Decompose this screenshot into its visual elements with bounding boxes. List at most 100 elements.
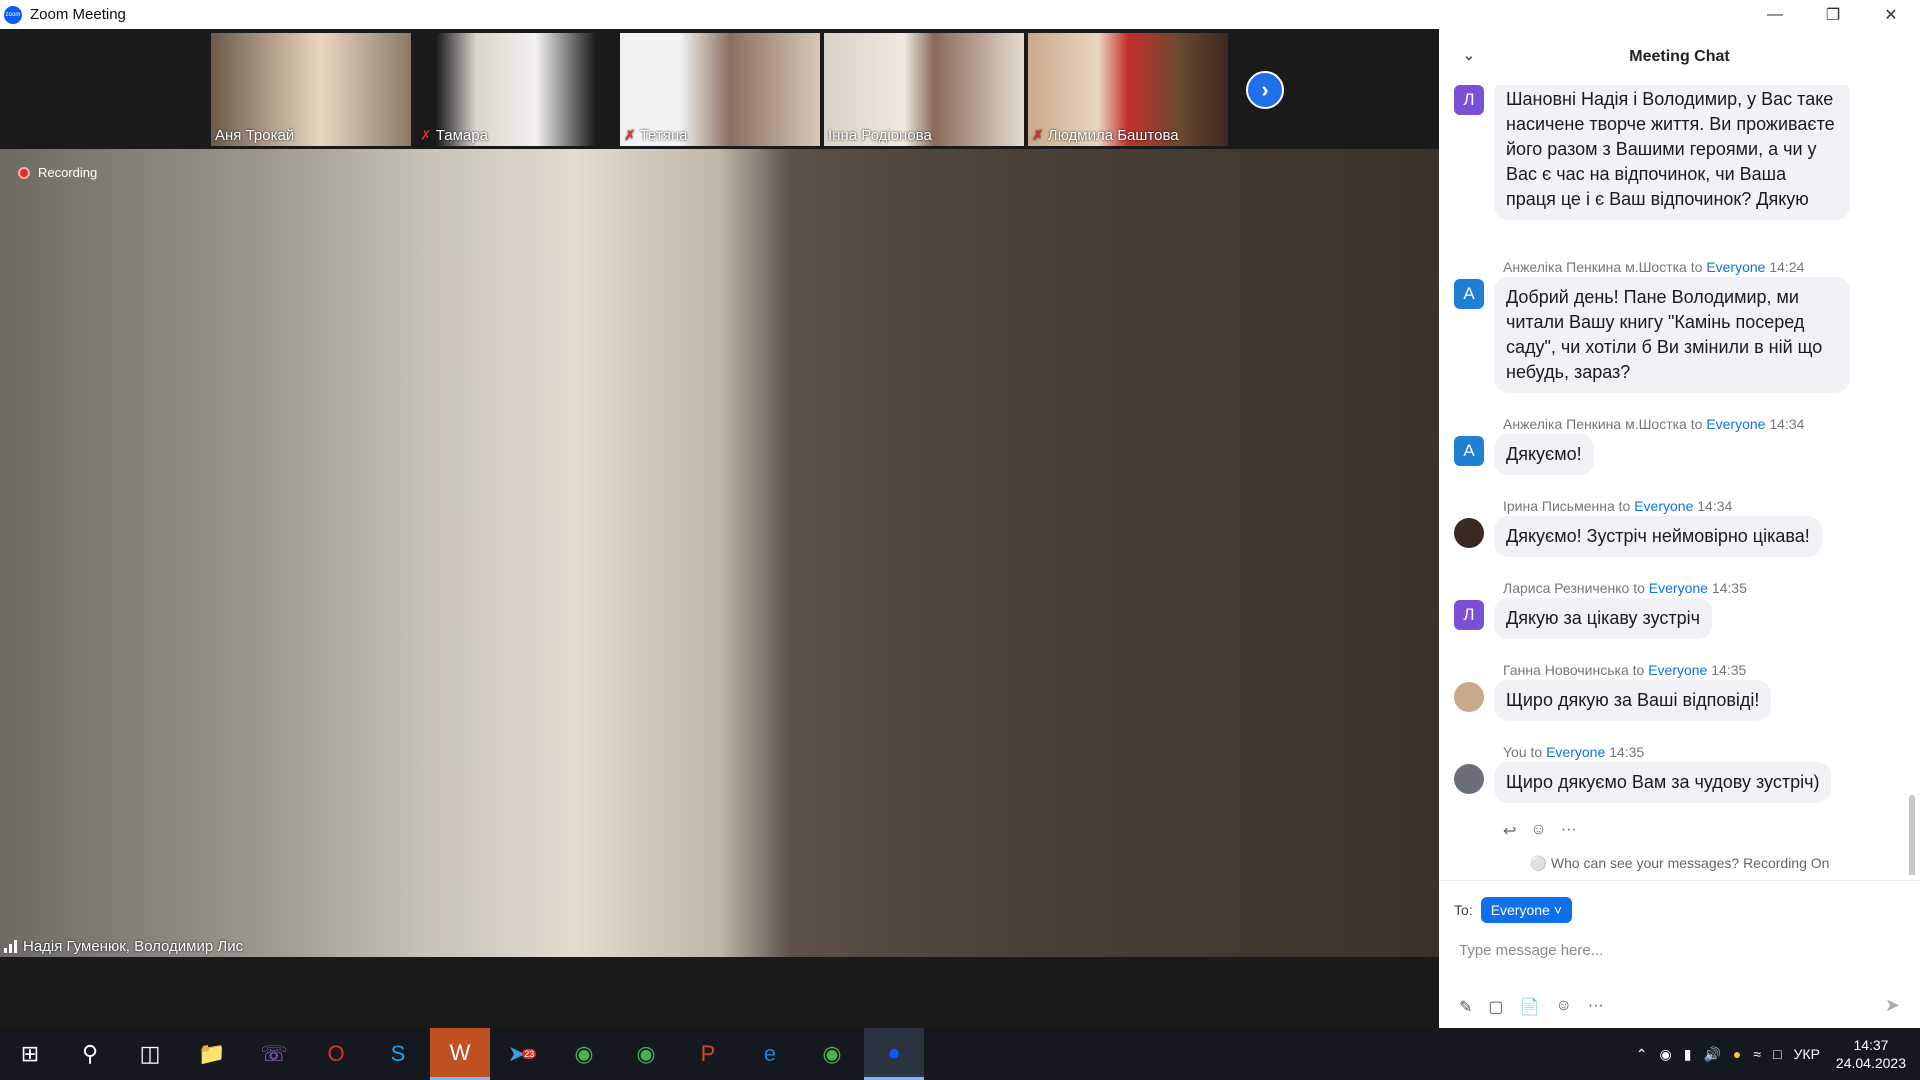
more-options-icon[interactable]: ··· [1561, 821, 1577, 841]
participant-tile[interactable]: ✗ Тамара [416, 33, 616, 146]
chevron-up-icon[interactable]: ⌃ [1636, 1046, 1648, 1063]
file-explorer-icon[interactable]: 📁 [182, 1028, 242, 1080]
volume-icon[interactable]: 🔊 [1703, 1046, 1720, 1063]
message-input[interactable] [1459, 935, 1899, 965]
visibility-note[interactable]: ⚪ Who can see your messages? Recording O… [1439, 855, 1920, 881]
message-meta: Лариса Резниченко to Everyone 14:35 [1503, 580, 1747, 596]
reply-icon[interactable]: ↩ [1503, 821, 1516, 841]
avatar: А [1454, 279, 1484, 309]
sender-name: You [1503, 744, 1527, 760]
participant-tile[interactable]: ✗ Тетяна [620, 33, 820, 146]
speaker-names: Надія Гуменюк, Володимир Лис [23, 938, 244, 955]
participant-tile[interactable]: Аня Трокай [211, 33, 411, 146]
word-icon[interactable]: W [430, 1028, 490, 1080]
network-app-icon[interactable]: ◉ [1660, 1046, 1672, 1063]
notification-icon[interactable]: □ [1773, 1046, 1781, 1062]
recipient: Everyone [1634, 498, 1694, 514]
gallery-strip: Аня Трокай ✗ Тамара ✗ Тетяна Інна Родіонов… [0, 29, 1439, 149]
chrome-icon[interactable]: ◉ [554, 1028, 614, 1080]
active-speaker-video[interactable]: Recording Надія Гуменюк, Володимир Лис [0, 149, 1439, 957]
recording-dot-icon [18, 166, 30, 179]
wifi-icon[interactable]: ≈ [1753, 1046, 1761, 1062]
participant-tile[interactable]: ✗ Людмила Баштова [1028, 33, 1228, 146]
next-page-button[interactable]: › [1246, 71, 1284, 109]
participant-name: Інна Родіонова [828, 127, 932, 144]
emoji-icon[interactable]: ☺ [1555, 997, 1571, 1017]
shield-icon[interactable]: ● [1733, 1046, 1741, 1062]
task-view-icon[interactable]: ◫ [120, 1028, 180, 1080]
chevron-down-icon[interactable]: ⌄ [1463, 47, 1475, 64]
chrome-profile-2-icon[interactable]: ◉ [802, 1028, 862, 1080]
timestamp: 14:34 [1769, 416, 1805, 432]
sender-name: Лариса Резниченко [1503, 580, 1630, 596]
powerpoint-icon[interactable]: P [678, 1028, 738, 1080]
restore-button[interactable]: ❐ [1804, 0, 1862, 29]
recording-label: Recording [38, 165, 98, 180]
file-icon[interactable]: 📄 [1520, 997, 1540, 1017]
recording-indicator: Recording [18, 165, 97, 180]
chat-panel: ⌄ Meeting Chat Л Шановні Надія і Володим… [1439, 29, 1920, 1028]
meeting-area: Аня Трокай ✗ Тамара ✗ Тетяна Інна Родіонов… [0, 29, 1439, 1028]
message-actions: ↩ ☺ ··· [1503, 821, 1577, 841]
windows-start-icon[interactable]: ⊞ [0, 1028, 60, 1080]
recipient-dropdown[interactable]: Everyone ˅ [1480, 897, 1573, 923]
format-icon[interactable]: ✎ [1459, 997, 1472, 1017]
message-text: Дякую за цікаву зустріч [1494, 598, 1713, 639]
chat-scrollbar[interactable] [1909, 145, 1915, 875]
person-icon: ⚪ [1529, 855, 1547, 871]
window-controls: — ❐ ✕ [1746, 0, 1920, 29]
sender-name: Анжеліка Пенкина м.Шостка [1503, 259, 1687, 275]
language-indicator[interactable]: УКР [1794, 1046, 1820, 1062]
avatar [1454, 682, 1484, 712]
message-text: Щиро дякуємо Вам за чудову зустріч) [1494, 762, 1832, 803]
recipient: Everyone [1546, 744, 1606, 760]
meeting-toolbar-area [0, 957, 1439, 1028]
skype-icon[interactable]: S [368, 1028, 428, 1080]
zoom-app-icon: zoom [4, 5, 22, 24]
chat-header: ⌄ Meeting Chat [1439, 29, 1920, 85]
screenshot-icon[interactable]: ▢ [1488, 997, 1503, 1017]
battery-icon[interactable]: ▮ [1684, 1046, 1692, 1063]
avatar [1454, 518, 1484, 548]
muted-mic-icon: ✗ [1032, 127, 1044, 143]
sender-name: Ганна Новочинська [1503, 662, 1629, 678]
avatar: А [1454, 436, 1484, 466]
participant-name: Аня Трокай [215, 127, 295, 144]
window-title: Zoom Meeting [30, 6, 126, 23]
notification-badge: 23 [522, 1049, 537, 1059]
search-icon[interactable]: ⚲ [60, 1028, 120, 1080]
chevron-right-icon: › [1261, 77, 1269, 102]
timestamp: 14:24 [1769, 259, 1805, 275]
send-icon[interactable]: ➤ [1885, 995, 1900, 1016]
participant-name: Тамара [435, 127, 488, 144]
message-text: Дякуємо! [1494, 434, 1594, 475]
recipient-row: To: Everyone ˅ [1454, 897, 1573, 923]
chat-title: Meeting Chat [1629, 48, 1730, 65]
message-meta: Ірина Письменна to Everyone 14:34 [1503, 498, 1733, 514]
telegram-icon[interactable]: ➤ 23 [492, 1028, 552, 1080]
message-text: Дякуємо! Зустріч неймовірно цікава! [1494, 516, 1822, 557]
chrome-profile-icon[interactable]: ◉ [616, 1028, 676, 1080]
recipient: Everyone [1648, 580, 1708, 596]
avatar [1454, 764, 1484, 794]
system-tray: ⌃ ◉ ▮ 🔊 ● ≈ □ УКР 14:37 24.04.2023 [1630, 1028, 1920, 1080]
timestamp: 14:35 [1711, 662, 1747, 678]
clock[interactable]: 14:37 24.04.2023 [1836, 1036, 1906, 1072]
speaker-name-label: Надія Гуменюк, Володимир Лис [4, 938, 243, 955]
message-meta: Анжеліка Пенкина м.Шостка to Everyone 14… [1503, 259, 1805, 275]
chat-messages[interactable]: Л Шановні Надія і Володимир, у Вас таке … [1439, 85, 1920, 875]
opera-icon[interactable]: O [306, 1028, 366, 1080]
edge-icon[interactable]: e [740, 1028, 800, 1080]
message-text: Шановні Надія і Володимир, у Вас таке на… [1494, 85, 1850, 220]
close-button[interactable]: ✕ [1862, 0, 1920, 29]
more-icon[interactable]: ··· [1588, 997, 1604, 1017]
recipient: Everyone [1706, 416, 1766, 432]
participant-name: Тетяна [639, 127, 688, 144]
emoji-reaction-icon[interactable]: ☺ [1530, 821, 1546, 841]
participant-tile[interactable]: Інна Родіонова [824, 33, 1024, 146]
viber-icon[interactable]: ☏ [244, 1028, 304, 1080]
zoom-taskbar-icon[interactable]: ● [864, 1028, 924, 1080]
minimize-button[interactable]: — [1746, 0, 1804, 29]
composer-toolbar: ✎ ▢ 📄 ☺ ··· [1459, 997, 1604, 1017]
title-bar: zoom Zoom Meeting — ❐ ✕ [0, 0, 1920, 29]
